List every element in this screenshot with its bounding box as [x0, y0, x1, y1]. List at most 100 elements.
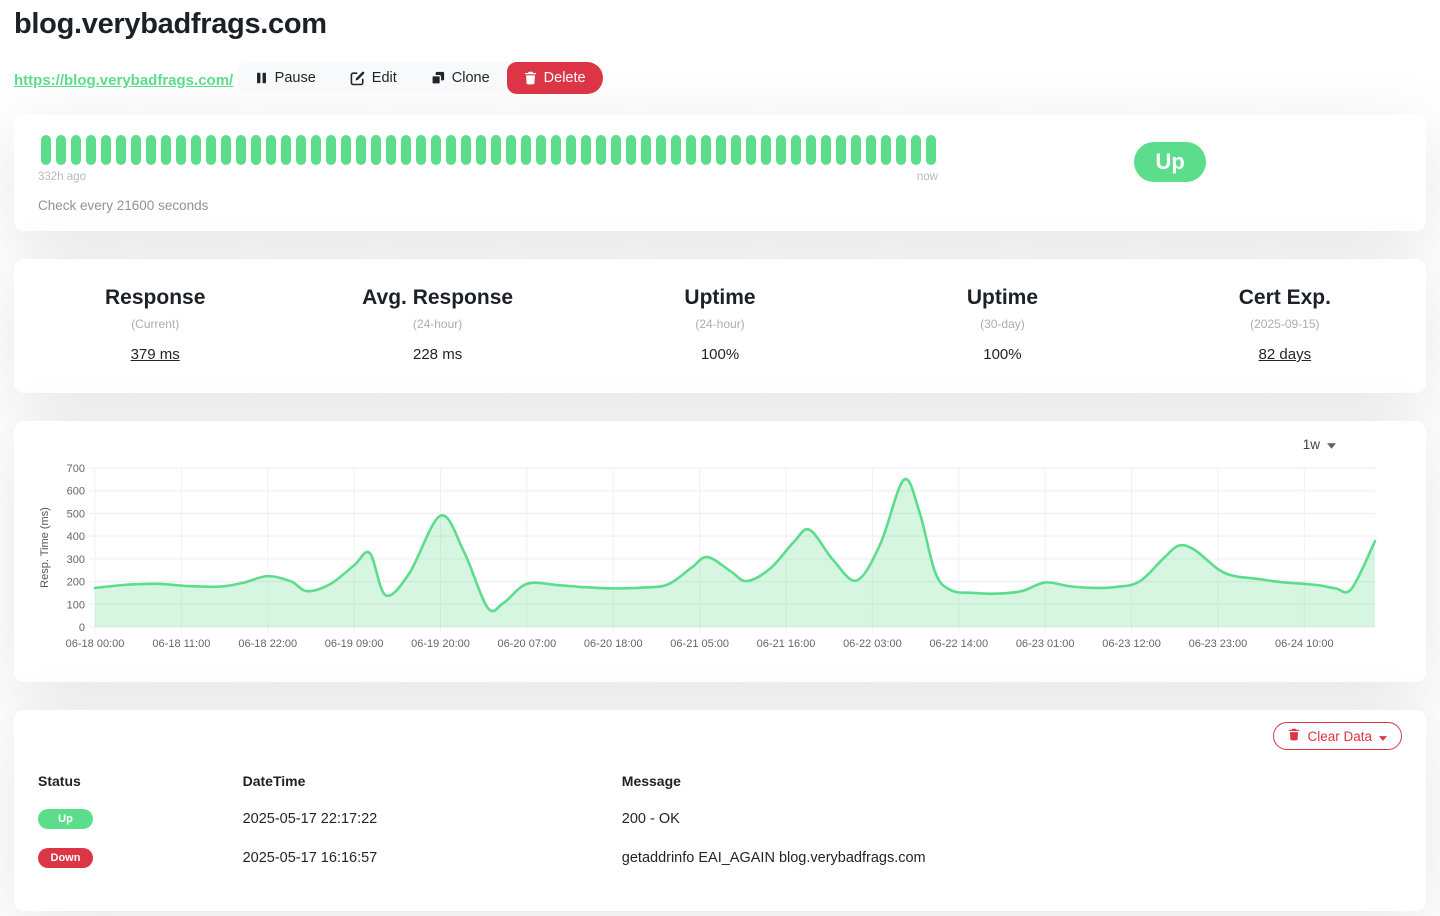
heartbeat-beat	[460, 135, 471, 165]
heartbeat-beat	[370, 135, 381, 165]
svg-text:0: 0	[79, 622, 85, 634]
stat-uptime-30d: Uptime (30-day) 100%	[861, 286, 1143, 363]
stat-value-avg-response: 228 ms	[413, 346, 463, 363]
clone-icon	[430, 71, 445, 85]
events-card: Clear Data Status DateTime Message Up 20…	[14, 710, 1426, 911]
edit-button[interactable]: Edit	[333, 62, 414, 94]
heartbeat-beat	[895, 135, 906, 165]
svg-text:06-18 22:00: 06-18 22:00	[238, 638, 297, 650]
heartbeat-beat	[535, 135, 546, 165]
svg-text:06-20 07:00: 06-20 07:00	[498, 638, 557, 650]
heartbeat-beat	[160, 135, 171, 165]
status-pill-up: Up	[38, 809, 93, 829]
heartbeat-beat	[850, 135, 861, 165]
trash-icon	[1288, 728, 1300, 744]
svg-text:06-23 23:00: 06-23 23:00	[1189, 638, 1248, 650]
monitor-details-page: blog.verybadfrags.com https://blog.veryb…	[0, 0, 1440, 911]
chart-period-select[interactable]: 1w	[1299, 435, 1340, 454]
events-table: Status DateTime Message Up 2025-05-17 22…	[38, 773, 1402, 877]
heartbeat-start-time: 332h ago	[38, 171, 86, 183]
svg-text:500: 500	[67, 508, 85, 520]
stat-uptime-24h: Uptime (24-hour) 100%	[579, 286, 861, 363]
stat-value-uptime-30d: 100%	[983, 346, 1022, 363]
table-row: Down 2025-05-17 16:16:57 getaddrinfo EAI…	[38, 838, 1402, 877]
stat-cert-exp: Cert Exp. (2025-09-15) 82 days	[1144, 286, 1426, 363]
heartbeat-beat	[910, 135, 921, 165]
heartbeat-beat	[400, 135, 411, 165]
svg-text:200: 200	[67, 577, 85, 589]
heartbeat-bar[interactable]	[38, 129, 938, 169]
chart-card: 1w 0 100 200 300 400 500 600 700 06-18 00:00 06-1…	[14, 421, 1426, 682]
heartbeat-beat	[685, 135, 696, 165]
heartbeat-beat	[775, 135, 786, 165]
svg-text:06-24 10:00: 06-24 10:00	[1275, 638, 1334, 650]
clone-button[interactable]: Clone	[414, 62, 507, 94]
event-message: getaddrinfo EAI_AGAIN blog.verybadfrags.…	[621, 850, 926, 866]
heartbeat-beat	[565, 135, 576, 165]
heartbeat-beat	[580, 135, 591, 165]
heartbeat-beat	[145, 135, 156, 165]
heartbeat-beat	[745, 135, 756, 165]
check-interval-text: Check every 21600 seconds	[38, 198, 209, 213]
svg-text:06-23 01:00: 06-23 01:00	[1016, 638, 1075, 650]
svg-text:400: 400	[67, 531, 85, 543]
svg-text:06-18 11:00: 06-18 11:00	[152, 638, 210, 650]
heartbeat-beat	[295, 135, 306, 165]
trash-icon	[524, 71, 537, 85]
svg-text:06-20 18:00: 06-20 18:00	[584, 638, 643, 650]
event-datetime: 2025-05-17 22:17:22	[242, 811, 378, 827]
svg-text:06-19 20:00: 06-19 20:00	[411, 638, 470, 650]
svg-text:06-22 14:00: 06-22 14:00	[929, 638, 988, 650]
heartbeat-beat	[670, 135, 681, 165]
heartbeat-card: 332h ago now Check every 21600 seconds U…	[14, 115, 1426, 231]
heartbeat-beat	[490, 135, 501, 165]
heartbeat-beat	[340, 135, 351, 165]
heartbeat-beat	[865, 135, 876, 165]
stat-response-current: Response (Current) 379 ms	[14, 286, 296, 363]
delete-button[interactable]: Delete	[506, 62, 603, 94]
heartbeat-beat	[415, 135, 426, 165]
heartbeat-beat	[40, 135, 51, 165]
heartbeat-beat	[820, 135, 831, 165]
heartbeat-beat	[310, 135, 321, 165]
heartbeat-beat	[520, 135, 531, 165]
response-time-chart[interactable]: 0 100 200 300 400 500 600 700 06-18 00:00 06-18 1…	[38, 460, 1402, 670]
svg-text:300: 300	[67, 554, 85, 566]
heartbeat-beat	[55, 135, 66, 165]
heartbeat-beat	[550, 135, 561, 165]
heartbeat-beat	[655, 135, 666, 165]
status-badge: Up	[1134, 142, 1206, 182]
svg-text:06-19 09:00: 06-19 09:00	[325, 638, 384, 650]
heartbeat-beat	[835, 135, 846, 165]
stats-card: Response (Current) 379 ms Avg. Response …	[14, 259, 1426, 393]
table-row: Up 2025-05-17 22:17:22 200 - OK	[38, 799, 1402, 838]
heartbeat-beat	[640, 135, 651, 165]
chart-canvas[interactable]: 0 100 200 300 400 500 600 700 06-18 00:00 06-18 1…	[38, 460, 1402, 665]
pause-button[interactable]: Pause	[238, 62, 333, 94]
heartbeat-beat	[85, 135, 96, 165]
stat-avg-response: Avg. Response (24-hour) 228 ms	[296, 286, 578, 363]
svg-text:06-21 16:00: 06-21 16:00	[757, 638, 816, 650]
heartbeat-beat	[925, 135, 936, 165]
heartbeat-beat	[445, 135, 456, 165]
svg-text:600: 600	[67, 486, 85, 498]
stat-value-cert-exp[interactable]: 82 days	[1144, 346, 1426, 363]
heartbeat-beat	[220, 135, 231, 165]
heartbeat-beat	[175, 135, 186, 165]
clear-data-button[interactable]: Clear Data	[1273, 722, 1402, 750]
monitor-url-link[interactable]: https://blog.verybadfrags.com/	[14, 72, 233, 89]
heartbeat-beat	[265, 135, 276, 165]
heartbeat-beat	[100, 135, 111, 165]
column-header-status: Status	[38, 773, 81, 789]
stat-value-response-current[interactable]: 379 ms	[14, 346, 296, 363]
heartbeat-beat	[385, 135, 396, 165]
edit-icon	[350, 71, 365, 86]
status-pill-down: Down	[38, 848, 93, 868]
monitor-toolbar: Pause Edit Clone Delete	[237, 62, 603, 94]
event-datetime: 2025-05-17 16:16:57	[242, 850, 378, 866]
heartbeat-beat	[880, 135, 891, 165]
heartbeat-beat	[235, 135, 246, 165]
heartbeat-beat	[760, 135, 771, 165]
stat-value-uptime-24h: 100%	[700, 346, 740, 363]
heartbeat-beat	[715, 135, 726, 165]
